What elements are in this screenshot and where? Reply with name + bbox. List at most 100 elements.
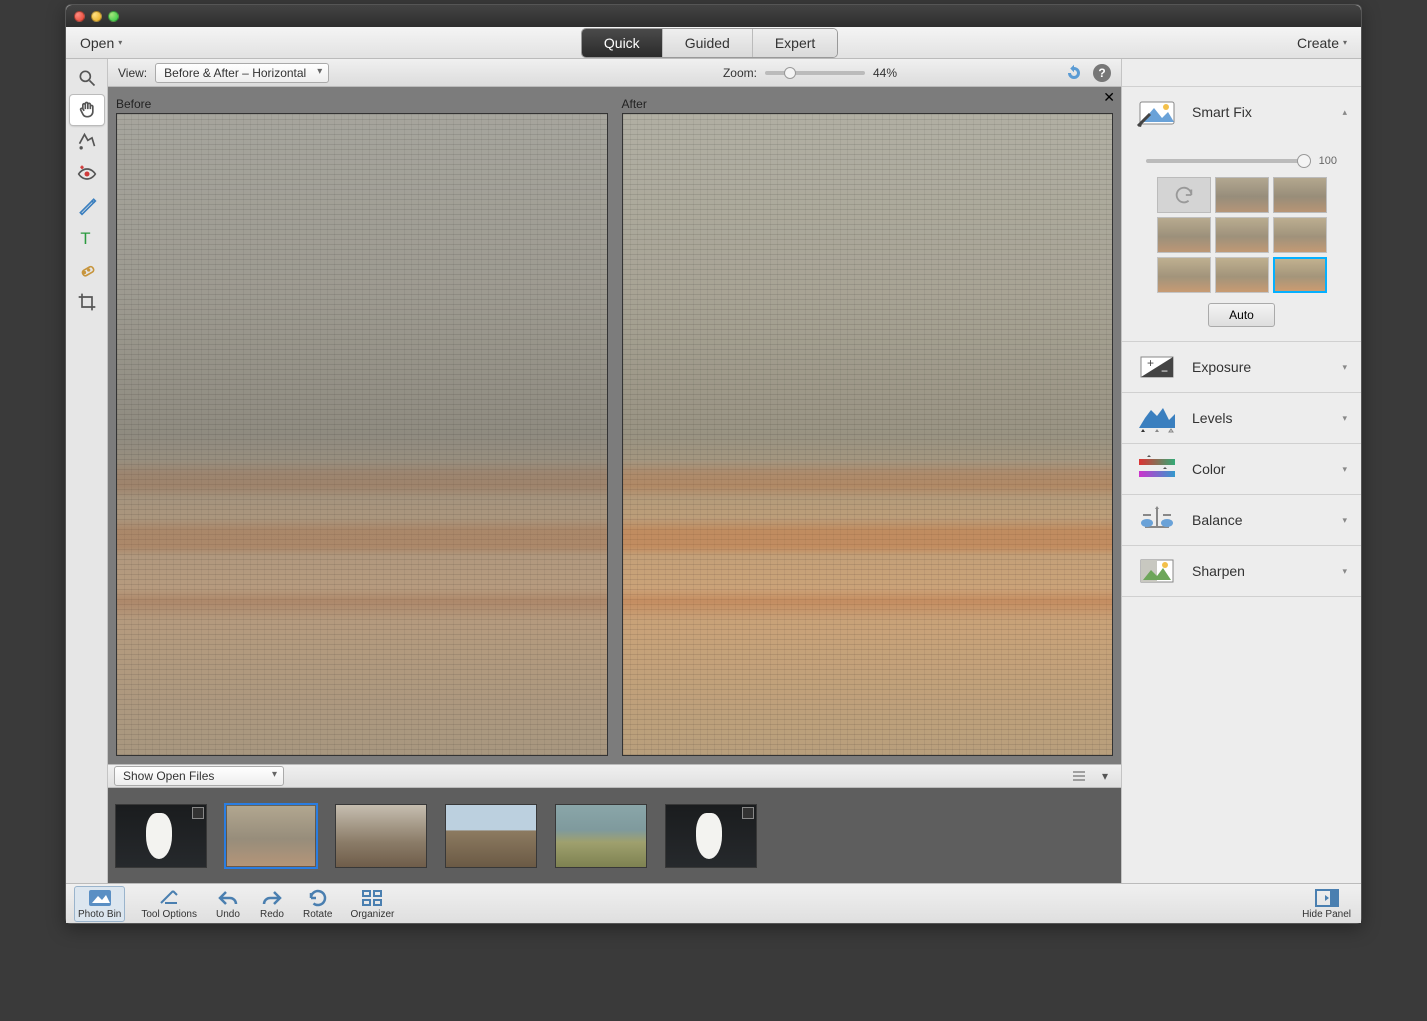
- undo-button[interactable]: Undo: [213, 888, 243, 920]
- bin-thumb[interactable]: [336, 805, 426, 867]
- smart-fix-auto-button[interactable]: Auto: [1208, 303, 1275, 327]
- bin-thumb[interactable]: [666, 805, 756, 867]
- before-pane: Before: [116, 95, 608, 756]
- zoom-slider[interactable]: [765, 71, 865, 75]
- options-bar: View: Before & After – Horizontal Zoom: …: [108, 59, 1121, 87]
- balance-label: Balance: [1192, 512, 1243, 528]
- levels-icon: [1136, 400, 1178, 436]
- tool-options-label: Tool Options: [141, 909, 197, 920]
- adjustment-balance: Balance ▾: [1122, 495, 1361, 546]
- file-badge-icon: [192, 807, 204, 819]
- sharpen-header[interactable]: Sharpen ▾: [1122, 546, 1361, 596]
- photo-bin-toggle[interactable]: Photo Bin: [74, 886, 125, 922]
- photo-bin-bar: Show Open Files ▾: [108, 764, 1121, 788]
- hand-tool[interactable]: [70, 95, 104, 125]
- smart-fix-preset-cell[interactable]: [1157, 257, 1211, 293]
- spot-healing-tool[interactable]: [70, 255, 104, 285]
- balance-header[interactable]: Balance ▾: [1122, 495, 1361, 545]
- rotate-ccw-button[interactable]: [1063, 63, 1085, 83]
- tool-options-icon: [156, 888, 182, 908]
- redo-button[interactable]: Redo: [257, 888, 287, 920]
- color-header[interactable]: Color ▾: [1122, 444, 1361, 494]
- after-pane: After: [622, 95, 1114, 756]
- photo-bin-label: Photo Bin: [78, 909, 121, 920]
- smart-fix-preset-cell[interactable]: [1215, 217, 1269, 253]
- organizer-button[interactable]: Organizer: [348, 888, 396, 920]
- smart-fix-preset-cell[interactable]: [1273, 217, 1327, 253]
- create-menu-label: Create: [1297, 35, 1339, 51]
- color-icon: [1136, 451, 1178, 487]
- redo-icon: [259, 888, 285, 908]
- chevron-down-icon: ▾: [118, 38, 122, 47]
- tab-expert[interactable]: Expert: [752, 29, 837, 57]
- tab-quick[interactable]: Quick: [582, 29, 662, 57]
- chevron-down-icon: ▾: [1342, 413, 1347, 424]
- type-tool[interactable]: T: [70, 223, 104, 253]
- chevron-down-icon: ▾: [1342, 362, 1347, 373]
- bin-thumb[interactable]: [556, 805, 646, 867]
- smart-fix-preset-cell[interactable]: [1273, 177, 1327, 213]
- window-titlebar[interactable]: [66, 5, 1361, 27]
- tab-guided[interactable]: Guided: [662, 29, 752, 57]
- chevron-down-icon: ▾: [1342, 464, 1347, 475]
- close-icon[interactable]: [74, 11, 85, 22]
- zoom-icon[interactable]: [108, 11, 119, 22]
- document-close-button[interactable]: ✕: [1103, 89, 1115, 106]
- quick-selection-tool[interactable]: [70, 127, 104, 157]
- hide-panel-button[interactable]: Hide Panel: [1300, 888, 1353, 920]
- rotate-label: Rotate: [303, 909, 332, 920]
- create-menu[interactable]: Create ▾: [1291, 31, 1353, 55]
- smart-fix-slider[interactable]: [1146, 159, 1311, 163]
- minimize-icon[interactable]: [91, 11, 102, 22]
- adjustment-exposure: +− Exposure ▾: [1122, 342, 1361, 393]
- sharpen-icon: [1136, 553, 1178, 589]
- menubar: Open ▾ Quick Guided Expert Create ▾: [66, 27, 1361, 59]
- whiten-teeth-tool[interactable]: [70, 191, 104, 221]
- bin-thumb[interactable]: [226, 805, 316, 867]
- zoom-tool[interactable]: [70, 63, 104, 93]
- bin-thumb[interactable]: [116, 805, 206, 867]
- rotate-button[interactable]: Rotate: [301, 888, 334, 920]
- smart-fix-label: Smart Fix: [1192, 104, 1252, 120]
- window-controls: [74, 11, 119, 22]
- bottom-bar: Photo Bin Tool Options Undo Redo Rotate …: [66, 883, 1361, 923]
- bin-filter-select[interactable]: Show Open Files: [114, 766, 284, 786]
- balance-icon: [1136, 502, 1178, 538]
- smart-fix-preset-cell[interactable]: [1157, 217, 1211, 253]
- smart-fix-preset-cell[interactable]: [1273, 257, 1327, 293]
- exposure-header[interactable]: +− Exposure ▾: [1122, 342, 1361, 392]
- adjustments-panel: Smart Fix ▴ 100: [1121, 59, 1361, 883]
- levels-header[interactable]: Levels ▾: [1122, 393, 1361, 443]
- help-icon[interactable]: ?: [1093, 64, 1111, 82]
- adjustment-color: Color ▾: [1122, 444, 1361, 495]
- photo-bin-icon: [87, 888, 113, 908]
- bin-menu-icon[interactable]: [1069, 767, 1089, 785]
- main-row: T View: Before & After – Horizontal Zoom…: [66, 59, 1361, 883]
- view-select[interactable]: Before & After – Horizontal: [155, 63, 329, 83]
- tool-options-toggle[interactable]: Tool Options: [139, 888, 199, 920]
- smart-fix-preset-grid: [1136, 177, 1347, 293]
- after-image[interactable]: [622, 113, 1114, 756]
- crop-tool[interactable]: [70, 287, 104, 317]
- smart-fix-preset-cell[interactable]: [1215, 257, 1269, 293]
- file-badge-icon: [742, 807, 754, 819]
- smart-fix-icon: [1136, 94, 1178, 130]
- mode-tabs: Quick Guided Expert: [582, 29, 837, 57]
- bin-collapse-icon[interactable]: ▾: [1095, 767, 1115, 785]
- before-image[interactable]: [116, 113, 608, 756]
- smart-fix-reset-cell[interactable]: [1157, 177, 1211, 213]
- color-label: Color: [1192, 461, 1225, 477]
- bin-thumb[interactable]: [446, 805, 536, 867]
- redeye-tool[interactable]: [70, 159, 104, 189]
- open-menu[interactable]: Open ▾: [74, 31, 128, 55]
- zoom-label: Zoom:: [723, 66, 757, 80]
- center-column: View: Before & After – Horizontal Zoom: …: [108, 59, 1121, 883]
- rotate-icon: [305, 888, 331, 908]
- open-menu-label: Open: [80, 35, 114, 51]
- redo-label: Redo: [260, 909, 284, 920]
- chevron-up-icon: ▴: [1342, 107, 1347, 118]
- smart-fix-header[interactable]: Smart Fix ▴: [1122, 87, 1361, 137]
- chevron-down-icon: ▾: [1343, 38, 1347, 47]
- app-window: Open ▾ Quick Guided Expert Create ▾: [65, 4, 1362, 924]
- smart-fix-preset-cell[interactable]: [1215, 177, 1269, 213]
